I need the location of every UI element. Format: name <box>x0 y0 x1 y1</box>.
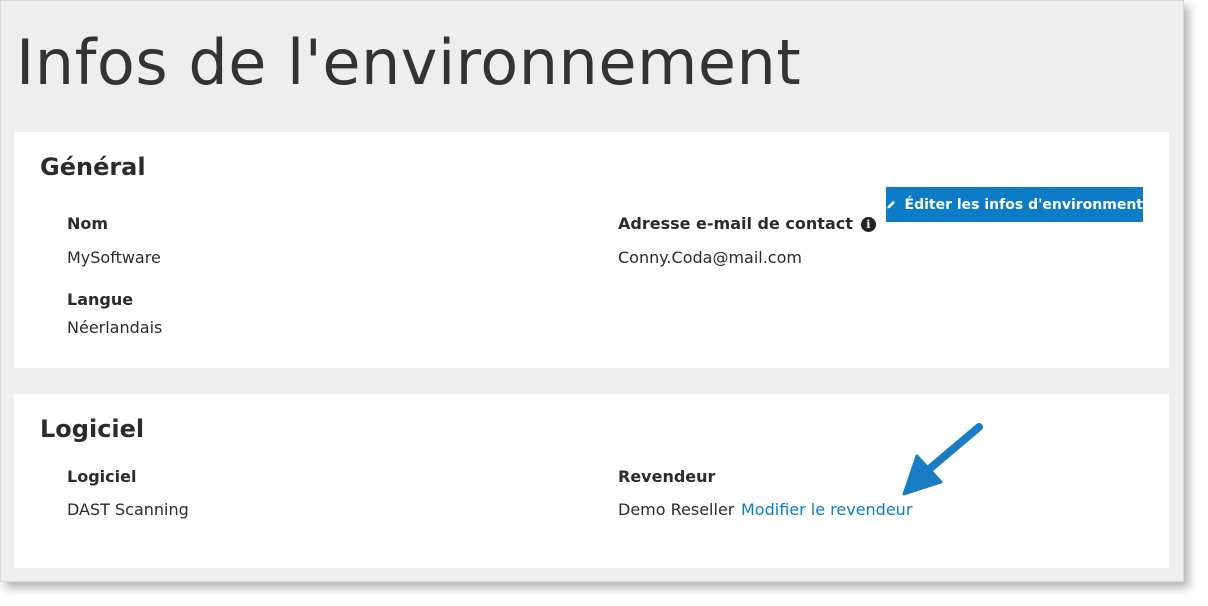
general-card: Général Éditer les infos d'environment N… <box>14 132 1169 368</box>
arrow-icon <box>902 423 983 496</box>
software-card: Logiciel Logiciel DAST Scanning Revendeu… <box>14 394 1169 568</box>
pencil-icon <box>886 199 897 210</box>
change-reseller-link[interactable]: Modifier le revendeur <box>741 500 912 520</box>
reseller-value: Demo Reseller <box>618 500 735 519</box>
reseller-label: Revendeur <box>618 467 716 486</box>
page-title: Infos de l'environnement <box>16 26 802 99</box>
contact-email-label-text: Adresse e-mail de contact <box>618 214 853 233</box>
edit-environment-button-label: Éditer les infos d'environment <box>904 196 1143 213</box>
name-label: Nom <box>67 214 109 233</box>
contact-email-label: Adresse e-mail de contact i <box>618 214 876 234</box>
info-icon[interactable]: i <box>860 217 876 232</box>
software-section-title: Logiciel <box>40 415 145 443</box>
software-label: Logiciel <box>67 467 137 486</box>
language-value: Néerlandais <box>67 318 163 337</box>
general-section-title: Général <box>40 153 146 181</box>
software-value: DAST Scanning <box>67 500 189 519</box>
language-label: Langue <box>67 290 134 309</box>
edit-environment-button[interactable]: Éditer les infos d'environment <box>886 187 1143 222</box>
name-value: MySoftware <box>67 248 161 267</box>
contact-email-value: Conny.Coda@mail.com <box>618 248 802 267</box>
